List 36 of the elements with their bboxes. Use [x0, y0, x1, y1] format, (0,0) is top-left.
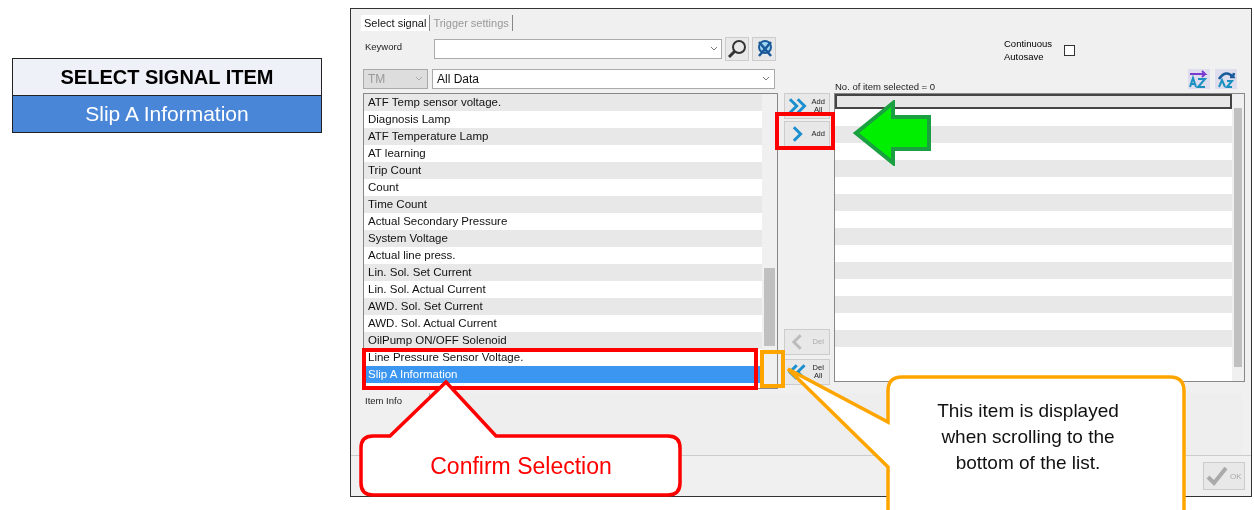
- selected-count-label: No. of item selected = 0: [834, 81, 936, 92]
- signal-item[interactable]: ATF Temperature Lamp: [364, 128, 762, 145]
- signal-item[interactable]: Actual Secondary Pressure: [364, 213, 762, 230]
- signal-item[interactable]: Diagnosis Lamp: [364, 111, 762, 128]
- section-title: SELECT SIGNAL ITEM: [13, 59, 321, 96]
- scrollbar[interactable]: [1232, 94, 1244, 381]
- signal-item[interactable]: AT learning: [364, 145, 762, 162]
- search-button[interactable]: [725, 37, 749, 61]
- signal-item[interactable]: Lin. Sol. Actual Current: [364, 281, 762, 298]
- signal-item[interactable]: Line Pressure Sensor Voltage.: [364, 349, 762, 366]
- autosave-label: Continuous Autosave: [1004, 37, 1054, 63]
- callout-text: This item is displayed when scrolling to the bottom of the list.: [936, 399, 1120, 475]
- check-icon: [1206, 466, 1228, 486]
- section-subtitle: Slip A Information: [13, 96, 321, 132]
- signal-item[interactable]: System Voltage: [364, 230, 762, 247]
- dropdown-caret-icon: [415, 76, 423, 82]
- signal-item[interactable]: Lin. Sol. Set Current: [364, 264, 762, 281]
- tab[interactable]: Select signal: [361, 15, 431, 31]
- callout-text: Confirm Selection: [429, 452, 613, 481]
- dropdown-caret-icon: [762, 76, 770, 82]
- clear-search-button[interactable]: [752, 37, 776, 61]
- keyword-field[interactable]: [434, 39, 722, 59]
- signal-item[interactable]: Count: [364, 179, 762, 196]
- signal-item[interactable]: Actual line press.: [364, 247, 762, 264]
- keyword-label: Keyword: [364, 41, 403, 52]
- autosave-checkbox[interactable]: [1064, 44, 1075, 56]
- signal-item[interactable]: Trip Count: [364, 162, 762, 179]
- signal-item[interactable]: Time Count: [364, 196, 762, 213]
- signal-item[interactable]: ATF Temp sensor voltage.: [364, 94, 762, 111]
- data-dropdown[interactable]: All Data: [432, 69, 775, 89]
- item-info-label: Item Info: [364, 395, 403, 406]
- sort-reverse-icon[interactable]: [1215, 69, 1237, 89]
- dropdown-caret-icon: [710, 46, 718, 52]
- sort-az-icon[interactable]: [1188, 69, 1210, 89]
- signal-item[interactable]: AWD. Sol. Actual Current: [364, 315, 762, 332]
- signal-item[interactable]: AWD. Sol. Set Current: [364, 298, 762, 315]
